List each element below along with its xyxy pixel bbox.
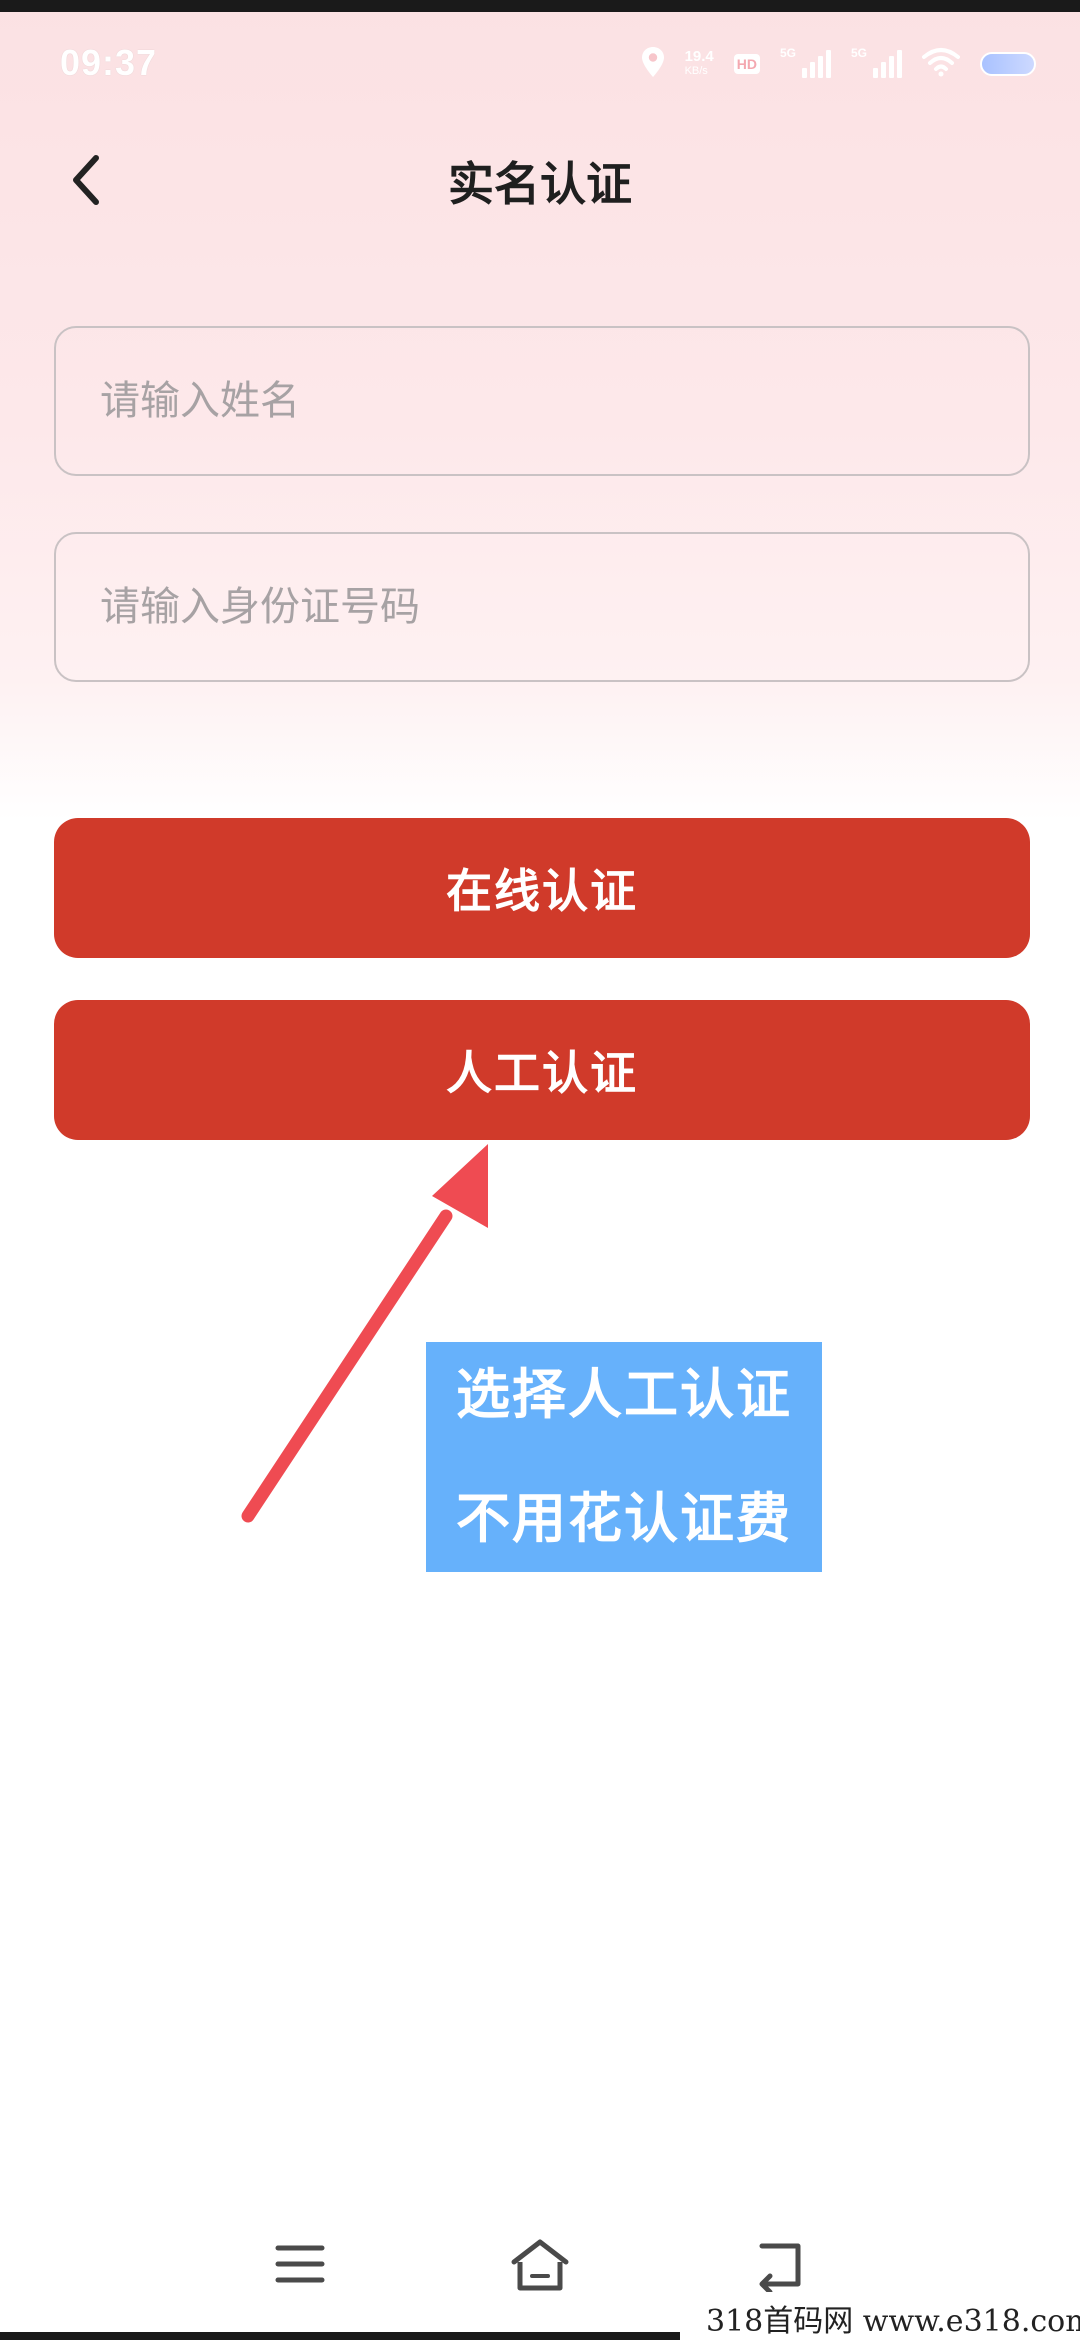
status-time: 09:37 (60, 42, 158, 83)
annotation-line-2: 不用花认证费 (456, 1487, 792, 1550)
home-icon (511, 2239, 569, 2291)
top-edge (0, 0, 1080, 12)
signal-icon: 5G (780, 46, 831, 78)
status-bar: 09:37 19.4 KB/s HD 5G 5G (0, 30, 1080, 100)
net-speed: 19.4 KB/s (684, 48, 714, 78)
screen: 09:37 19.4 KB/s HD 5G 5G 实名认证 请输入姓名 请输入身… (0, 0, 1080, 2340)
sim1-label: 5G (780, 46, 797, 60)
nav-back-button[interactable] (740, 2230, 820, 2300)
id-number-input[interactable] (54, 532, 1030, 682)
wifi-icon (922, 47, 960, 81)
name-input[interactable] (54, 326, 1030, 476)
nav-home-button[interactable] (500, 2230, 580, 2300)
online-verify-button[interactable]: 在线认证 (54, 818, 1030, 958)
watermark: 318首码网 www.e318.com (680, 2304, 1080, 2340)
manual-verify-button[interactable]: 人工认证 (54, 1000, 1030, 1140)
location-icon (641, 46, 665, 82)
hd-voice-icon: HD (733, 54, 760, 74)
annotation-box: 选择人工认证 不用花认证费 (426, 1342, 822, 1572)
status-icons: 19.4 KB/s HD 5G 5G (641, 44, 1036, 84)
battery-icon (980, 52, 1036, 76)
menu-icon (275, 2245, 325, 2283)
back-icon (759, 2243, 801, 2292)
navigation-bar (0, 2220, 1080, 2310)
sim2-label: 5G (851, 46, 868, 60)
annotation-line-1: 选择人工认证 (456, 1363, 792, 1426)
page-title: 实名认证 (448, 157, 632, 211)
net-speed-value: 19.4 (684, 48, 714, 65)
bottom-edge (0, 2332, 680, 2340)
signal-icon-2: 5G (851, 46, 902, 78)
nav-menu-button[interactable] (260, 2230, 340, 2300)
net-speed-unit: KB/s (684, 65, 708, 77)
